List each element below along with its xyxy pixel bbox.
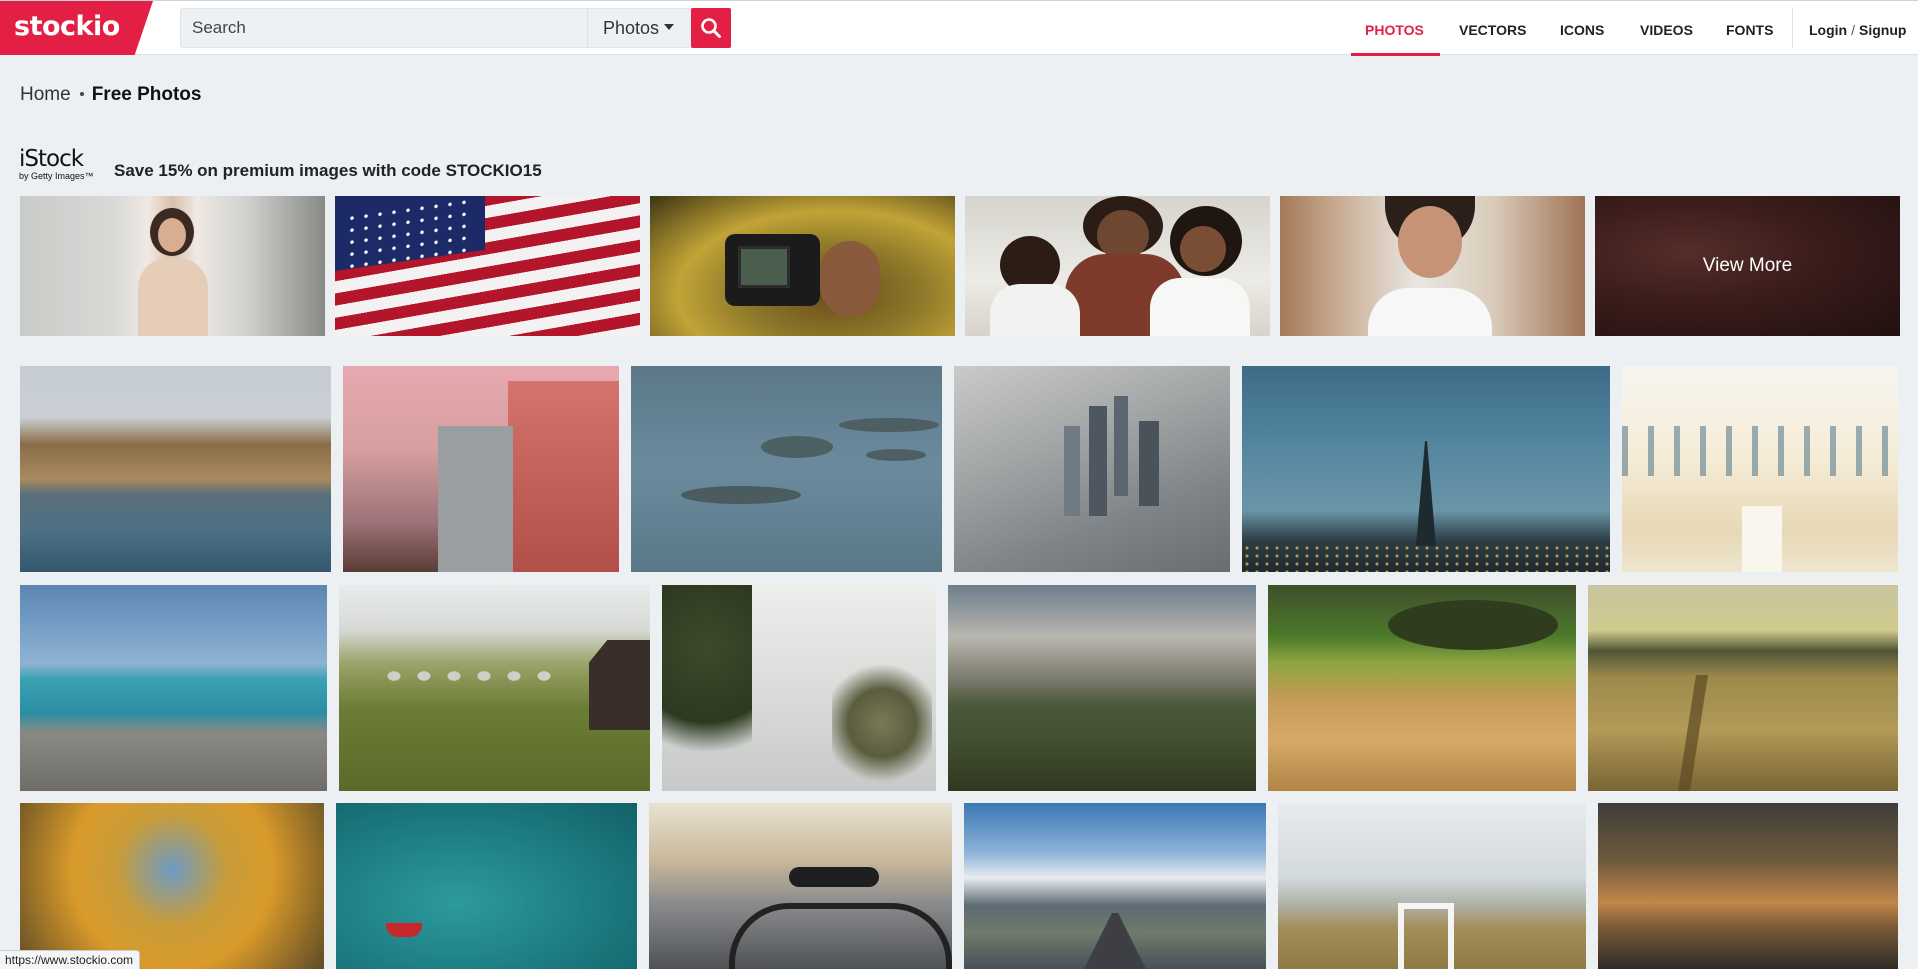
istock-view-more[interactable]: View More: [1595, 196, 1900, 336]
link-preview-status: https://www.stockio.com: [0, 950, 141, 969]
nav-divider: [1792, 8, 1793, 48]
login-link[interactable]: Login: [1809, 22, 1847, 38]
gallery-photo[interactable]: [1622, 366, 1898, 572]
gallery-photo[interactable]: [964, 803, 1266, 969]
gallery-photo[interactable]: [1268, 585, 1576, 791]
gallery-photo[interactable]: [1278, 803, 1586, 969]
gallery-photo[interactable]: [20, 366, 331, 572]
view-more-label: View More: [1595, 196, 1900, 336]
istock-photo[interactable]: [650, 196, 955, 336]
gallery-photo[interactable]: [336, 803, 637, 969]
search-input[interactable]: [181, 9, 587, 47]
nav-fonts[interactable]: FONTS: [1726, 22, 1773, 38]
gallery-photo[interactable]: [20, 585, 327, 791]
gallery-photo[interactable]: [343, 366, 619, 572]
istock-photo[interactable]: [1280, 196, 1585, 336]
caret-down-icon: [664, 24, 675, 31]
gallery-photo[interactable]: [20, 803, 324, 969]
nav-videos[interactable]: VIDEOS: [1640, 22, 1693, 38]
gallery-photo[interactable]: [339, 585, 650, 791]
gallery-photo[interactable]: [631, 366, 942, 572]
gallery-photo[interactable]: [649, 803, 952, 969]
gallery-photo[interactable]: [954, 366, 1230, 572]
nav-vectors[interactable]: VECTORS: [1459, 22, 1526, 38]
search-icon: [701, 18, 721, 38]
search-button[interactable]: [691, 8, 731, 48]
active-nav-indicator: [1351, 53, 1440, 56]
istock-photo[interactable]: [335, 196, 640, 336]
gallery-photo[interactable]: [1588, 585, 1898, 791]
gallery-photo[interactable]: [1242, 366, 1610, 572]
istock-logo-subtext: by Getty Images™: [19, 171, 94, 181]
search-bar: Photos: [180, 8, 731, 48]
media-type-selected: Photos: [603, 18, 660, 38]
istock-logo-text: iStock: [19, 146, 84, 172]
istock-photo[interactable]: [20, 196, 325, 336]
nav-photos[interactable]: PHOTOS: [1365, 22, 1424, 38]
breadcrumb-home[interactable]: Home: [20, 84, 71, 105]
gallery-photo[interactable]: [948, 585, 1256, 791]
gallery-photo[interactable]: [662, 585, 936, 791]
gallery-photo[interactable]: [1598, 803, 1898, 969]
media-type-dropdown[interactable]: Photos: [587, 9, 690, 47]
top-header: stockio Photos PHOTOS VECTORS ICONS VIDE…: [0, 0, 1918, 56]
auth-links: Login / Signup: [1809, 22, 1906, 38]
nav-icons[interactable]: ICONS: [1560, 22, 1604, 38]
breadcrumb-current: Free Photos: [91, 84, 202, 105]
stockio-logo[interactable]: stockio: [0, 1, 153, 55]
auth-separator: /: [1851, 22, 1855, 38]
signup-link[interactable]: Signup: [1859, 22, 1906, 38]
istock-logo[interactable]: iStock by Getty Images™: [19, 148, 105, 186]
breadcrumb-separator: [79, 91, 84, 96]
istock-photo[interactable]: [965, 196, 1270, 336]
istock-promo-text: Save 15% on premium images with code STO…: [114, 161, 542, 180]
breadcrumb: Home Free Photos: [20, 84, 202, 106]
